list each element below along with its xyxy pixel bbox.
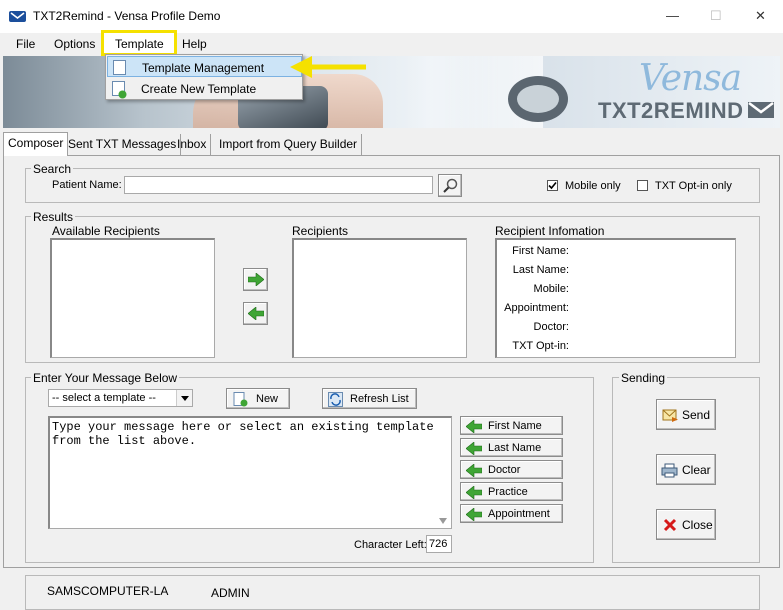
checkmark-icon bbox=[548, 181, 557, 190]
txt-optin-label: TXT Opt-in only bbox=[655, 180, 732, 192]
menu-item-label: Create New Template bbox=[141, 82, 257, 96]
last-name-label: Last Name bbox=[488, 442, 542, 454]
txt2remind-logo: TXT2REMIND bbox=[598, 98, 744, 123]
window-title: TXT2Remind - Vensa Profile Demo bbox=[33, 9, 221, 23]
menu-item-template-management[interactable]: Template Management bbox=[107, 56, 302, 77]
template-dropdown-menu: Template Management Create New Template bbox=[105, 54, 303, 100]
template-select[interactable]: -- select a template -- bbox=[48, 389, 193, 407]
remove-recipient-button[interactable] bbox=[243, 302, 268, 325]
new-document-icon bbox=[233, 392, 248, 407]
recipient-info-panel: First Name: Last Name: Mobile: Appointme… bbox=[495, 238, 736, 358]
app-icon bbox=[9, 11, 26, 22]
chevron-down-icon bbox=[181, 396, 189, 401]
info-first-name: First Name: bbox=[512, 245, 569, 257]
close-label: Close bbox=[682, 518, 713, 532]
patient-name-label: Patient Name: bbox=[52, 179, 122, 191]
refresh-list-button[interactable]: Refresh List bbox=[322, 388, 417, 409]
insert-practice-button[interactable]: Practice bbox=[460, 482, 563, 501]
mobile-only-label: Mobile only bbox=[565, 180, 621, 192]
envelope-logo-icon bbox=[748, 102, 774, 118]
stethoscope-image bbox=[508, 76, 568, 122]
template-select-value: -- select a template -- bbox=[52, 392, 156, 404]
menu-file[interactable]: File bbox=[16, 37, 35, 51]
magnifier-icon bbox=[443, 178, 458, 193]
arrow-left-icon bbox=[466, 464, 482, 477]
char-left-value: 726 bbox=[429, 538, 448, 550]
yellow-pointer-arrow-icon bbox=[290, 56, 366, 78]
arrow-left-icon bbox=[248, 307, 264, 320]
send-envelope-icon bbox=[662, 409, 678, 422]
char-left-label: Character Left: bbox=[354, 539, 427, 551]
patient-name-input[interactable] bbox=[124, 176, 433, 194]
clear-button[interactable]: Clear bbox=[656, 454, 716, 485]
tab-sent-messages[interactable]: Sent TXT Messages bbox=[64, 134, 182, 156]
menu-item-label: Template Management bbox=[142, 61, 265, 75]
arrow-left-icon bbox=[466, 486, 482, 499]
search-button[interactable] bbox=[438, 174, 462, 197]
menu-options[interactable]: Options bbox=[54, 37, 95, 51]
results-group-label: Results bbox=[31, 210, 76, 224]
send-label: Send bbox=[682, 408, 711, 422]
insert-first-name-button[interactable]: First Name bbox=[460, 416, 563, 435]
select-dropdown-button[interactable] bbox=[176, 390, 192, 406]
printer-icon bbox=[661, 463, 678, 478]
arrow-left-icon bbox=[466, 420, 482, 433]
insert-appointment-button[interactable]: Appointment bbox=[460, 504, 563, 523]
refresh-icon bbox=[328, 392, 343, 407]
info-txt-optin: TXT Opt-in: bbox=[512, 340, 569, 352]
close-window-button[interactable]: ✕ bbox=[755, 8, 766, 24]
mobile-only-checkbox[interactable] bbox=[547, 180, 558, 191]
insert-doctor-button[interactable]: Doctor bbox=[460, 460, 563, 479]
document-icon bbox=[113, 60, 126, 75]
tab-composer[interactable]: Composer bbox=[3, 132, 69, 156]
recipients-label: Recipients bbox=[292, 224, 349, 238]
sending-group-label: Sending bbox=[619, 371, 668, 385]
insert-last-name-button[interactable]: Last Name bbox=[460, 438, 563, 457]
message-textarea[interactable]: Type your message here or select an exis… bbox=[48, 416, 452, 529]
txt-optin-checkbox[interactable] bbox=[637, 180, 648, 191]
info-last-name: Last Name: bbox=[512, 264, 569, 276]
tab-import-query-builder[interactable]: Import from Query Builder bbox=[215, 134, 363, 156]
info-mobile: Mobile: bbox=[533, 283, 569, 295]
info-doctor: Doctor: bbox=[533, 321, 569, 333]
menu-template[interactable]: Template bbox=[115, 37, 164, 51]
recipient-info-label: Recipient Infomation bbox=[495, 224, 605, 238]
add-badge-icon bbox=[118, 90, 127, 99]
search-group-label: Search bbox=[31, 162, 74, 176]
message-group-label: Enter Your Message Below bbox=[31, 371, 180, 385]
first-name-label: First Name bbox=[488, 420, 542, 432]
recipients-list[interactable] bbox=[292, 238, 467, 358]
new-template-button[interactable]: New bbox=[226, 388, 290, 409]
maximize-button[interactable]: ☐ bbox=[710, 8, 722, 24]
close-button[interactable]: Close bbox=[656, 509, 716, 540]
vensa-logo: Vensa bbox=[639, 58, 742, 99]
menu-item-create-new-template[interactable]: Create New Template bbox=[107, 78, 302, 99]
new-label: New bbox=[256, 393, 279, 405]
send-button[interactable]: Send bbox=[656, 399, 716, 430]
status-user-name: ADMIN bbox=[211, 586, 250, 600]
clear-label: Clear bbox=[682, 463, 711, 477]
refresh-list-label: Refresh List bbox=[350, 393, 409, 405]
status-computer-name: SAMSCOMPUTER-LA bbox=[47, 584, 169, 598]
appointment-label: Appointment bbox=[488, 508, 550, 520]
arrow-left-icon bbox=[466, 442, 482, 455]
arrow-right-icon bbox=[248, 273, 264, 286]
available-recipients-label: Available Recipients bbox=[52, 224, 160, 238]
char-left-field: 726 bbox=[426, 535, 452, 553]
arrow-left-icon bbox=[466, 508, 482, 521]
doctor-label: Doctor bbox=[488, 464, 521, 476]
info-appointment: Appointment: bbox=[504, 302, 569, 314]
available-recipients-list[interactable] bbox=[50, 238, 215, 358]
scroll-down-icon[interactable] bbox=[439, 518, 447, 524]
practice-label: Practice bbox=[488, 486, 528, 498]
add-recipient-button[interactable] bbox=[243, 268, 268, 291]
close-x-icon bbox=[663, 518, 677, 532]
menu-help[interactable]: Help bbox=[182, 37, 207, 51]
minimize-button[interactable]: — bbox=[666, 8, 679, 23]
tab-inbox[interactable]: Inbox bbox=[173, 134, 212, 156]
